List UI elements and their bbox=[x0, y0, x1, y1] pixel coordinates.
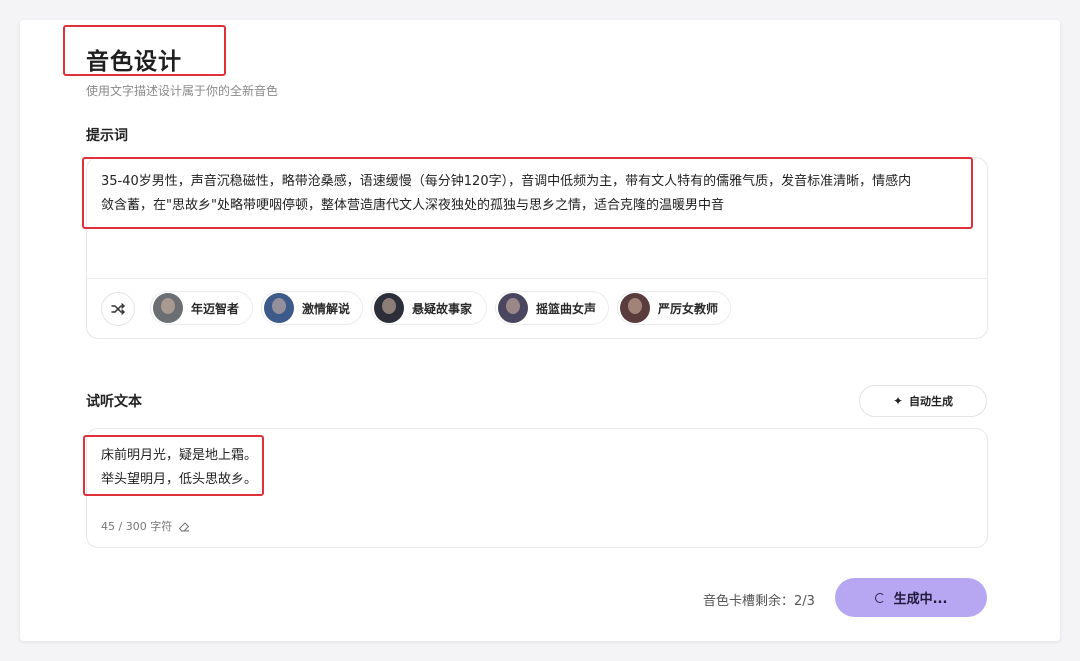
page-title: 音色设计 bbox=[86, 49, 182, 75]
chip-label: 摇篮曲女声 bbox=[536, 301, 597, 316]
chip-label: 严厉女教师 bbox=[658, 301, 719, 316]
prompt-input[interactable]: 35-40岁男性，声音沉稳磁性，略带沧桑感，语速缓慢（每分钟120字），音调中低… bbox=[86, 157, 988, 339]
chip-label: 悬疑故事家 bbox=[412, 301, 473, 316]
preset-chip-lullaby-female[interactable]: 摇篮曲女声 bbox=[495, 291, 609, 325]
shuffle-button[interactable] bbox=[101, 292, 135, 326]
chip-label: 年迈智者 bbox=[191, 301, 240, 316]
char-count: 45 / 300 字符 bbox=[101, 518, 190, 534]
eraser-icon[interactable] bbox=[178, 521, 190, 532]
spinner-icon bbox=[874, 592, 885, 603]
prompt-label: 提示词 bbox=[86, 128, 128, 144]
shuffle-icon bbox=[111, 303, 125, 315]
avatar bbox=[498, 293, 528, 323]
listen-text-line: 床前明月光，疑是地上霜。 bbox=[101, 448, 258, 463]
avatar bbox=[264, 293, 294, 323]
avatar bbox=[153, 293, 183, 323]
listen-text-line: 举头望明月，低头思故乡。 bbox=[101, 472, 258, 487]
preset-chip-strict-teacher[interactable]: 严厉女教师 bbox=[617, 291, 731, 325]
auto-generate-label: 自动生成 bbox=[909, 395, 954, 408]
preset-chip-passionate-commentary[interactable]: 激情解说 bbox=[261, 291, 363, 325]
char-count-text: 45 / 300 字符 bbox=[101, 520, 173, 533]
prompt-text-line: 敛含蓄，在"思故乡"处略带哽咽停顿，整体营造唐代文人深夜独处的孤独与思乡之情，适… bbox=[101, 198, 724, 213]
sparkle-icon: ✦ bbox=[892, 394, 904, 408]
prompt-text: 35-40岁男性，声音沉稳磁性，略带沧桑感，语速缓慢（每分钟120字），音调中低… bbox=[101, 170, 961, 218]
generate-button[interactable]: 生成中... bbox=[835, 578, 987, 617]
listen-text-input[interactable]: 床前明月光，疑是地上霜。 举头望明月，低头思故乡。 45 / 300 字符 bbox=[86, 428, 988, 548]
slot-remaining: 音色卡槽剩余：2/3 bbox=[703, 594, 815, 609]
chip-label: 激情解说 bbox=[302, 301, 351, 316]
avatar bbox=[374, 293, 404, 323]
avatar bbox=[620, 293, 650, 323]
prompt-text-line: 35-40岁男性，声音沉稳磁性，略带沧桑感，语速缓慢（每分钟120字），音调中低… bbox=[101, 174, 912, 189]
listen-label: 试听文本 bbox=[86, 394, 142, 410]
preset-chip-elder-sage[interactable]: 年迈智者 bbox=[150, 291, 253, 325]
auto-generate-button[interactable]: ✦ 自动生成 bbox=[859, 385, 987, 417]
divider bbox=[87, 278, 987, 279]
page-subtitle: 使用文字描述设计属于你的全新音色 bbox=[86, 84, 279, 98]
voice-design-card: 音色设计 使用文字描述设计属于你的全新音色 提示词 35-40岁男性，声音沉稳磁… bbox=[20, 20, 1060, 641]
preset-chip-suspense-storyteller[interactable]: 悬疑故事家 bbox=[371, 291, 487, 325]
generate-label: 生成中... bbox=[893, 592, 948, 607]
